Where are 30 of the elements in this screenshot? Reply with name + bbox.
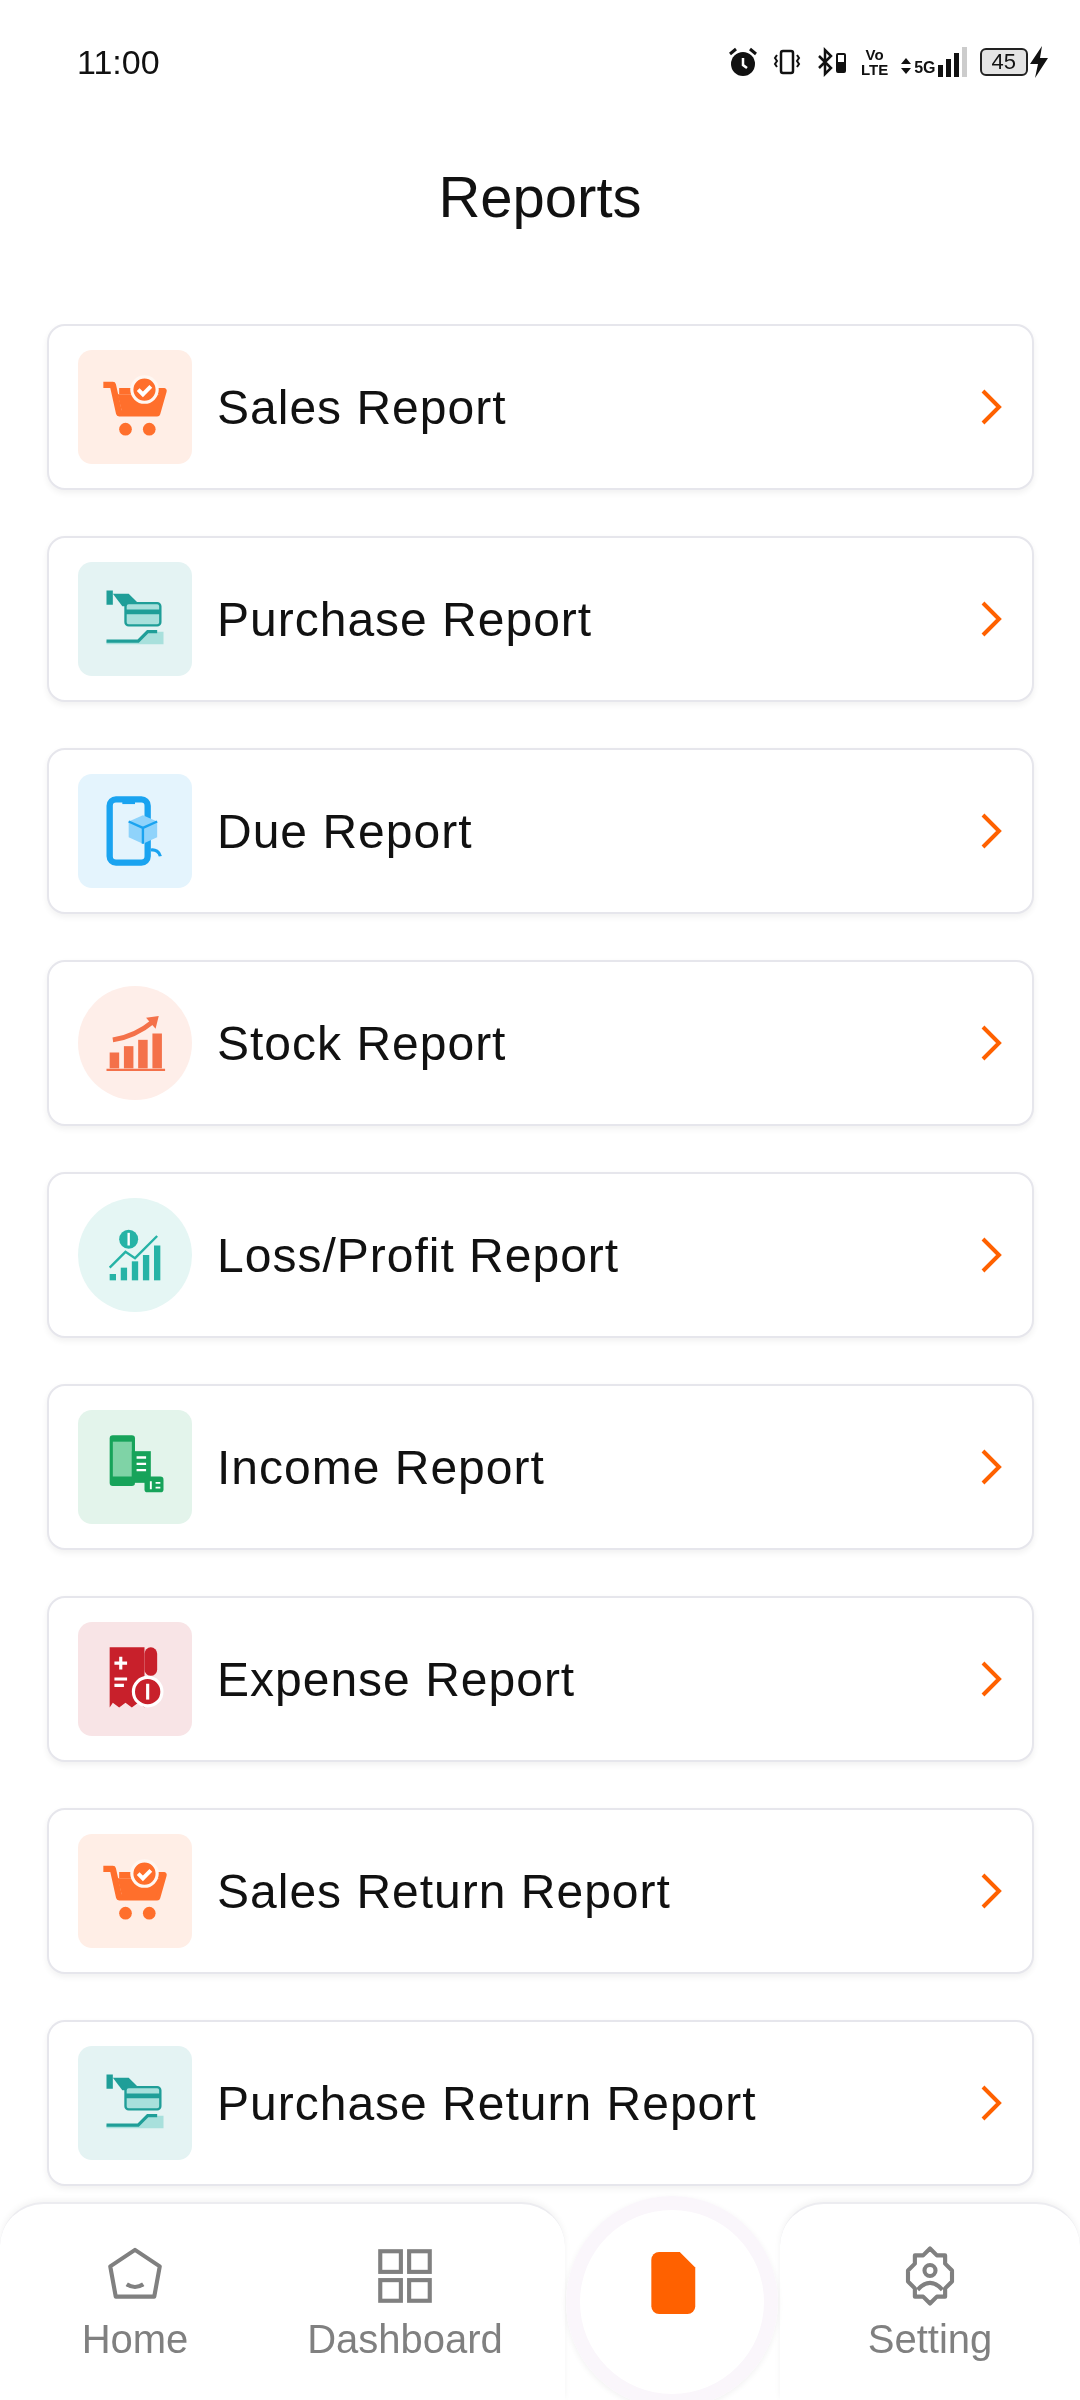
report-button[interactable]: Purchase Report — [47, 536, 1034, 702]
signal-icon — [937, 47, 968, 77]
chevron-right-icon — [980, 1660, 1002, 1698]
report-button[interactable]: Due Report — [47, 748, 1034, 914]
nav-tab[interactable]: Setting — [780, 2204, 1080, 2400]
battery-level: 45 — [979, 48, 1028, 76]
chevron-right-icon — [980, 1448, 1002, 1486]
report-button[interactable]: Stock Report — [47, 960, 1034, 1126]
report-button[interactable]: Purchase Return Report — [47, 2020, 1034, 2186]
volte-label: Vo LTE — [860, 47, 889, 77]
chevron-right-icon — [980, 388, 1002, 426]
charging-icon — [1028, 46, 1050, 78]
page-title: Reports — [438, 162, 642, 230]
report-button[interactable]: Loss/Profit Report — [47, 1172, 1034, 1338]
report-button[interactable]: Income Report — [47, 1384, 1034, 1550]
report-button[interactable]: Sales Report — [47, 324, 1034, 490]
nav-tab[interactable]: Dashboard — [270, 2204, 540, 2400]
chevron-right-icon — [980, 1872, 1002, 1910]
report-button[interactable]: Sales Return Report — [47, 1808, 1034, 1974]
chevron-right-icon — [980, 1236, 1002, 1274]
chevron-right-icon — [980, 2084, 1002, 2122]
chevron-right-icon — [980, 1024, 1002, 1062]
reports-button[interactable] — [566, 2196, 778, 2400]
nav-tab[interactable]: Home — [0, 2204, 270, 2400]
chevron-right-icon — [980, 600, 1002, 638]
alarm-icon — [726, 46, 759, 78]
report-button[interactable]: Expense Report — [47, 1596, 1034, 1762]
chevron-right-icon — [980, 812, 1002, 850]
network-label: 5G — [914, 59, 936, 77]
clock-time: 11:00 — [77, 42, 160, 82]
